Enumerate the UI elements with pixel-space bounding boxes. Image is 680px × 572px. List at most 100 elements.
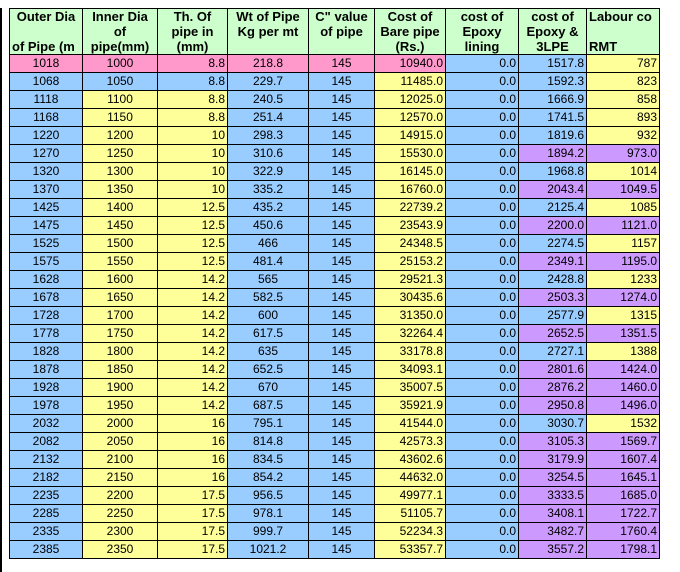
table-cell[interactable]: 435.2 <box>227 198 309 217</box>
table-cell[interactable]: 1049.5 <box>586 180 660 199</box>
table-cell[interactable]: 1894.2 <box>518 144 587 163</box>
table-cell[interactable]: 1085 <box>586 198 660 217</box>
table-cell[interactable]: 1350 <box>82 180 158 199</box>
table-cell[interactable]: 1000 <box>82 54 158 73</box>
header-cell[interactable]: 3LPE <box>518 39 587 55</box>
table-cell[interactable]: 145 <box>308 486 375 505</box>
header-cell[interactable]: Kg per mt <box>227 24 309 39</box>
table-cell[interactable]: 2100 <box>82 450 158 469</box>
table-cell[interactable]: 1118 <box>9 90 83 109</box>
table-cell[interactable]: 1928 <box>9 378 83 397</box>
table-cell[interactable]: 1425 <box>9 198 83 217</box>
table-cell[interactable]: 0.0 <box>445 72 519 91</box>
header-cell[interactable]: of Pipe (m <box>9 39 83 55</box>
header-cell[interactable]: cost of <box>518 8 587 24</box>
table-cell[interactable]: 2300 <box>82 522 158 541</box>
table-cell[interactable]: 481.4 <box>227 252 309 271</box>
table-cell[interactable]: 0.0 <box>445 180 519 199</box>
table-cell[interactable]: 999.7 <box>227 522 309 541</box>
table-cell[interactable]: 1722.7 <box>586 504 660 523</box>
table-cell[interactable]: 1018 <box>9 54 83 73</box>
table-cell[interactable]: 32264.4 <box>374 324 446 343</box>
table-cell[interactable]: 240.5 <box>227 90 309 109</box>
table-cell[interactable]: 8.8 <box>157 90 228 109</box>
header-cell[interactable]: RMT <box>586 39 660 55</box>
table-cell[interactable]: 1475 <box>9 216 83 235</box>
header-cell[interactable]: Outer Dia <box>9 8 83 24</box>
table-cell[interactable]: 1424.0 <box>586 360 660 379</box>
table-cell[interactable]: 1200 <box>82 126 158 145</box>
table-cell[interactable]: 1150 <box>82 108 158 127</box>
table-cell[interactable]: 3030.7 <box>518 414 587 433</box>
table-cell[interactable]: 14.2 <box>157 396 228 415</box>
table-cell[interactable]: 932 <box>586 126 660 145</box>
table-cell[interactable]: 0.0 <box>445 198 519 217</box>
table-cell[interactable]: 145 <box>308 522 375 541</box>
table-cell[interactable]: 834.5 <box>227 450 309 469</box>
table-cell[interactable]: 0.0 <box>445 522 519 541</box>
table-cell[interactable]: 10 <box>157 126 228 145</box>
header-cell[interactable]: (mm) <box>157 39 228 55</box>
table-cell[interactable]: 2801.6 <box>518 360 587 379</box>
table-cell[interactable]: 1370 <box>9 180 83 199</box>
table-cell[interactable]: 2350 <box>82 540 158 559</box>
table-cell[interactable]: 0.0 <box>445 450 519 469</box>
table-cell[interactable]: 14.2 <box>157 306 228 325</box>
table-cell[interactable]: 145 <box>308 324 375 343</box>
table-cell[interactable]: 2000 <box>82 414 158 433</box>
header-cell[interactable]: pipe in <box>157 24 228 39</box>
table-cell[interactable]: 635 <box>227 342 309 361</box>
table-cell[interactable]: 1798.1 <box>586 540 660 559</box>
table-cell[interactable]: 145 <box>308 360 375 379</box>
table-cell[interactable]: 0.0 <box>445 108 519 127</box>
table-cell[interactable]: 1525 <box>9 234 83 253</box>
table-cell[interactable]: 854.2 <box>227 468 309 487</box>
table-cell[interactable]: 251.4 <box>227 108 309 127</box>
table-cell[interactable]: 1819.6 <box>518 126 587 145</box>
table-cell[interactable]: 1250 <box>82 144 158 163</box>
table-cell[interactable]: 145 <box>308 90 375 109</box>
table-cell[interactable]: 31350.0 <box>374 306 446 325</box>
table-cell[interactable]: 1220 <box>9 126 83 145</box>
table-cell[interactable]: 1157 <box>586 234 660 253</box>
table-cell[interactable]: 1650 <box>82 288 158 307</box>
table-cell[interactable]: 2428.8 <box>518 270 587 289</box>
table-cell[interactable]: 145 <box>308 180 375 199</box>
table-cell[interactable]: 12.5 <box>157 216 228 235</box>
table-cell[interactable]: 145 <box>308 72 375 91</box>
table-cell[interactable]: 1778 <box>9 324 83 343</box>
table-cell[interactable]: 0.0 <box>445 486 519 505</box>
table-cell[interactable]: 2950.8 <box>518 396 587 415</box>
table-cell[interactable]: 16145.0 <box>374 162 446 181</box>
table-cell[interactable]: 11485.0 <box>374 72 446 91</box>
table-cell[interactable]: 2727.1 <box>518 342 587 361</box>
table-cell[interactable]: 0.0 <box>445 162 519 181</box>
table-cell[interactable]: 34093.1 <box>374 360 446 379</box>
table-cell[interactable]: 1496.0 <box>586 396 660 415</box>
table-cell[interactable]: 51105.7 <box>374 504 446 523</box>
table-cell[interactable]: 145 <box>308 270 375 289</box>
table-cell[interactable]: 617.5 <box>227 324 309 343</box>
table-cell[interactable]: 1532 <box>586 414 660 433</box>
header-cell[interactable]: Wt of Pipe <box>227 8 309 24</box>
table-cell[interactable]: 15530.0 <box>374 144 446 163</box>
table-cell[interactable]: 10 <box>157 180 228 199</box>
table-cell[interactable]: 1300 <box>82 162 158 181</box>
table-cell[interactable]: 1450 <box>82 216 158 235</box>
table-cell[interactable]: 600 <box>227 306 309 325</box>
table-cell[interactable]: 25153.2 <box>374 252 446 271</box>
table-cell[interactable]: 0.0 <box>445 432 519 451</box>
table-cell[interactable]: 145 <box>308 540 375 559</box>
table-cell[interactable]: 3557.2 <box>518 540 587 559</box>
table-cell[interactable]: 14915.0 <box>374 126 446 145</box>
table-cell[interactable]: 2876.2 <box>518 378 587 397</box>
header-cell[interactable]: pipe(mm) <box>82 39 158 55</box>
table-cell[interactable]: 218.8 <box>227 54 309 73</box>
table-cell[interactable]: 0.0 <box>445 54 519 73</box>
table-cell[interactable]: 145 <box>308 288 375 307</box>
table-cell[interactable]: 17.5 <box>157 486 228 505</box>
table-cell[interactable]: 16 <box>157 414 228 433</box>
table-cell[interactable]: 29521.3 <box>374 270 446 289</box>
header-cell[interactable]: C" value <box>308 8 375 24</box>
table-cell[interactable]: 1760.4 <box>586 522 660 541</box>
